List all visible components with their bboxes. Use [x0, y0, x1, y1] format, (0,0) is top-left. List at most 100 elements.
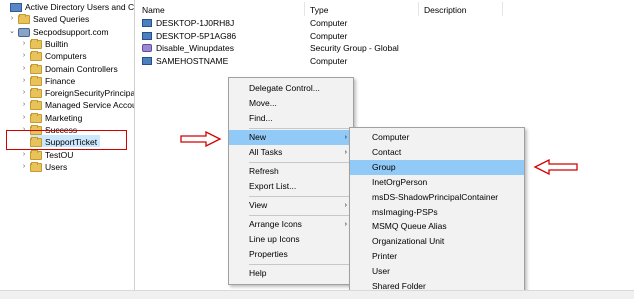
tree-item-label: ForeignSecurityPrincipals — [45, 88, 135, 99]
chevron-right-icon[interactable]: › — [20, 63, 28, 75]
submenu-item[interactable]: Organizational Unit — [350, 234, 524, 249]
submenu-item-label: MSMQ Queue Alias — [372, 221, 447, 232]
chevron-right-icon[interactable]: › — [20, 99, 28, 111]
tree-item[interactable]: › Saved Queries — [0, 13, 134, 25]
menu-item[interactable]: Line up Icons — [229, 232, 353, 247]
tree-item[interactable]: › ForeignSecurityPrincipals — [0, 87, 134, 99]
menu-separator — [249, 264, 349, 265]
submenu-item-label: Printer — [372, 251, 398, 262]
menu-item-label: Properties — [249, 249, 288, 259]
context-menu: Delegate Control... Move... Find... New › All… — [228, 77, 354, 285]
tree-item-label: Marketing — [45, 112, 83, 123]
column-header-name[interactable]: Name — [142, 3, 165, 17]
column-header-description[interactable]: Description — [424, 3, 467, 17]
new-submenu: Computer Contact Group InetOrgPerson msDS-Sh… — [349, 127, 525, 293]
submenu-item[interactable]: User — [350, 264, 524, 279]
menu-separator — [249, 196, 349, 197]
menu-item-label: View — [249, 200, 268, 210]
submenu-item-label: InetOrgPerson — [372, 176, 428, 187]
menu-item[interactable]: Delegate Control... — [229, 81, 353, 96]
list-item[interactable]: SAMEHOSTNAME Computer — [142, 55, 502, 67]
tree-item-label: Secpodsupport.com — [33, 26, 109, 37]
submenu-item[interactable]: Printer — [350, 249, 524, 264]
menu-item[interactable]: Arrange Icons › — [229, 217, 353, 232]
menu-item-label: All Tasks — [249, 147, 283, 157]
folder-icon — [30, 75, 42, 86]
list-item-type: Computer — [310, 30, 348, 41]
folder-icon — [30, 161, 42, 172]
submenu-item[interactable]: msImaging-PSPs — [350, 205, 524, 220]
menu-item-label: Delegate Control... — [249, 83, 320, 93]
chevron-right-icon[interactable]: › — [20, 38, 28, 50]
folder-icon — [18, 14, 30, 25]
tree-item[interactable]: › Marketing — [0, 112, 134, 124]
folder-icon — [30, 88, 42, 99]
submenu-item[interactable]: InetOrgPerson — [350, 175, 524, 190]
tree-item[interactable]: › Computers — [0, 50, 134, 62]
column-separator[interactable] — [304, 2, 305, 16]
chevron-right-icon[interactable]: › — [8, 13, 16, 25]
computer-icon — [142, 19, 152, 27]
tree-item[interactable]: › Domain Controllers — [0, 63, 134, 75]
menu-item[interactable]: View › — [229, 198, 353, 213]
menu-item[interactable]: Properties — [229, 247, 353, 262]
tree-item[interactable]: › Builtin — [0, 38, 134, 50]
list-item-type: Computer — [310, 18, 348, 28]
tree-item-label: Finance — [45, 75, 76, 86]
computer-icon — [142, 31, 152, 40]
folder-icon — [30, 149, 42, 160]
annotation-arrow-icon — [533, 159, 578, 175]
tree-item-label: Managed Service Accour — [45, 100, 135, 111]
submenu-item[interactable]: Group — [350, 159, 524, 175]
chevron-right-icon[interactable]: › — [20, 149, 28, 161]
submenu-item[interactable]: msDS-ShadowPrincipalContainer — [350, 190, 524, 205]
menu-item-label: Find... — [249, 113, 273, 123]
list-item[interactable]: DESKTOP-5P1AG86 Computer — [142, 30, 502, 42]
submenu-item[interactable]: Computer — [350, 130, 524, 145]
chevron-down-icon[interactable]: ⌄ — [8, 26, 16, 38]
list-item-name: Disable_Winupdates — [156, 43, 234, 53]
list-item[interactable]: DESKTOP-1J0RH8J Computer — [142, 17, 502, 29]
menu-item[interactable]: Move... — [229, 96, 353, 111]
menu-item-label: Help — [249, 268, 267, 278]
menu-item-label: Move... — [249, 98, 277, 108]
column-separator[interactable] — [418, 2, 419, 16]
folder-icon — [30, 100, 42, 111]
chevron-right-icon[interactable]: › — [20, 87, 28, 99]
tree-item[interactable]: › Finance — [0, 75, 134, 87]
menu-item[interactable]: Help — [229, 266, 353, 281]
menu-item[interactable]: Find... — [229, 111, 353, 126]
tree-item[interactable]: › TestOU — [0, 149, 134, 161]
tree-item-label: Saved Queries — [33, 14, 90, 25]
menu-item[interactable]: Refresh — [229, 164, 353, 179]
chevron-right-icon[interactable] — [0, 1, 8, 13]
list-item-name: DESKTOP-5P1AG86 — [156, 30, 237, 41]
list-item-name: DESKTOP-1J0RH8J — [156, 18, 235, 28]
menu-item[interactable]: New › — [229, 130, 353, 145]
tree-item[interactable]: › Users — [0, 161, 134, 173]
chevron-right-icon[interactable]: › — [20, 75, 28, 87]
column-header-type[interactable]: Type — [310, 3, 328, 17]
chevron-right-icon[interactable]: › — [20, 50, 28, 62]
list-item[interactable]: Disable_Winupdates Security Group - Globa… — [142, 42, 502, 54]
chevron-right-icon[interactable]: › — [20, 112, 28, 124]
column-separator[interactable] — [502, 2, 503, 16]
submenu-item[interactable]: Contact — [350, 145, 524, 160]
folder-icon — [30, 51, 42, 62]
annotation-box — [6, 130, 127, 150]
menu-item-label: Refresh — [249, 166, 279, 176]
tree-item[interactable]: Active Directory Users and Com — [0, 1, 134, 13]
chevron-right-icon: › — [344, 134, 347, 141]
submenu-item[interactable]: MSMQ Queue Alias — [350, 219, 524, 234]
tree-item[interactable]: › Managed Service Accour — [0, 99, 134, 111]
submenu-item-label: Group — [372, 161, 396, 172]
submenu-item-label: Computer — [372, 132, 410, 142]
chevron-right-icon: › — [344, 202, 347, 209]
submenu-item-label: msDS-ShadowPrincipalContainer — [372, 191, 499, 202]
chevron-right-icon[interactable]: › — [20, 161, 28, 173]
menu-item-label: Arrange Icons — [249, 219, 302, 229]
menu-item[interactable]: Export List... — [229, 179, 353, 194]
tree-item[interactable]: ⌄ Secpodsupport.com — [0, 26, 134, 38]
submenu-item-label: Organizational Unit — [372, 236, 445, 247]
menu-item[interactable]: All Tasks › — [229, 145, 353, 160]
